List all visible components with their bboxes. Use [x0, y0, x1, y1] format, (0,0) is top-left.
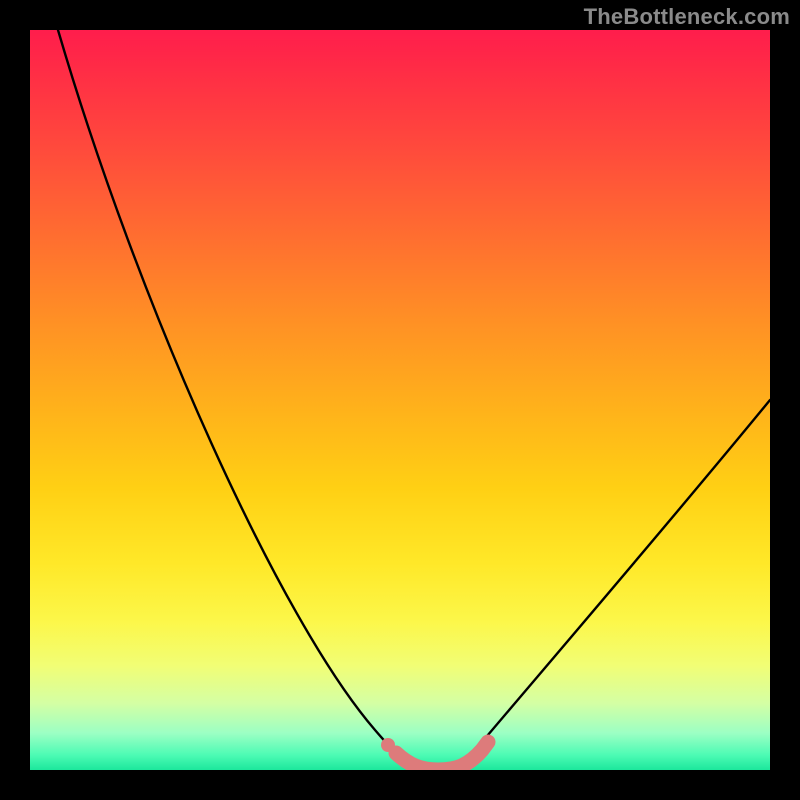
highlight-band-path	[396, 742, 488, 770]
bottleneck-curve	[30, 30, 770, 770]
curve-path	[58, 30, 770, 768]
watermark-text: TheBottleneck.com	[584, 4, 790, 30]
chart-frame: TheBottleneck.com	[0, 0, 800, 800]
chart-plot-area	[30, 30, 770, 770]
